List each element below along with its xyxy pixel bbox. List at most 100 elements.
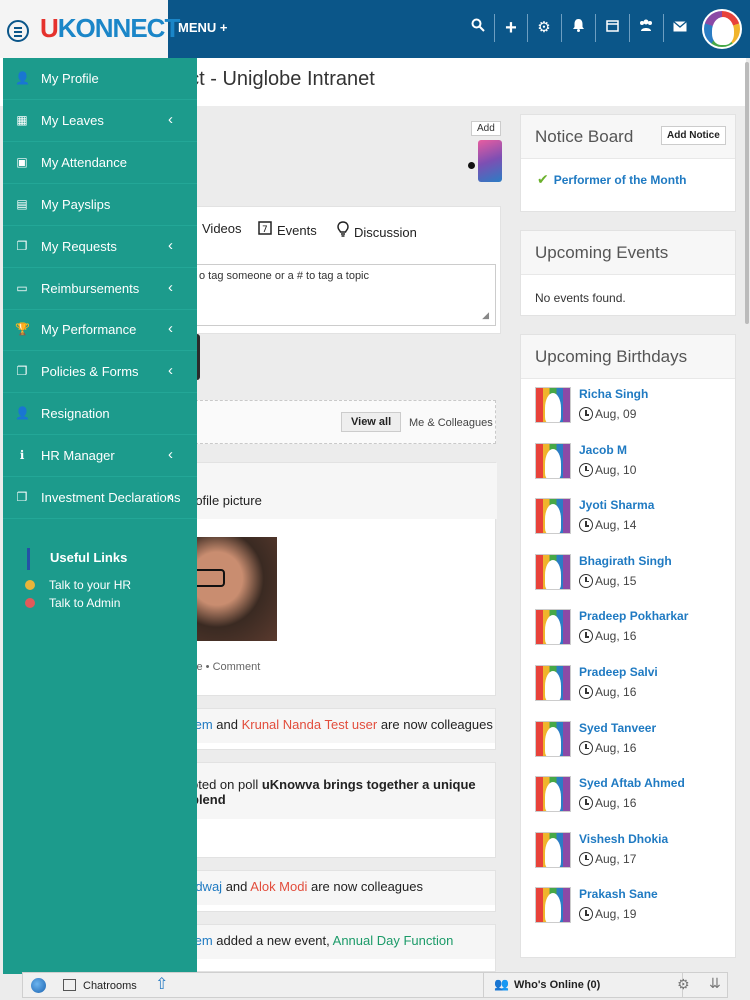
- sidebar-item-my-performance[interactable]: 🏆 My Performance ‹: [3, 309, 197, 352]
- birthday-name-link[interactable]: Richa Singh: [579, 387, 648, 401]
- birthday-avatar[interactable]: [535, 776, 571, 813]
- menu-plus-button[interactable]: MENU +: [178, 20, 227, 35]
- birthday-name-link[interactable]: Jacob M: [579, 443, 627, 457]
- upcoming-birthdays-title: Upcoming Birthdays: [535, 347, 688, 366]
- feed-text: and: [222, 879, 251, 894]
- event-link[interactable]: Annual Day Function: [333, 933, 454, 948]
- sidebar-item-my-leaves[interactable]: ▦ My Leaves ‹: [3, 100, 197, 142]
- birthday-name-link[interactable]: Jyoti Sharma: [579, 498, 654, 512]
- sidebar-item-resignation[interactable]: 👤 Resignation: [3, 393, 197, 436]
- birthday-name-link[interactable]: Syed Aftab Ahmed: [579, 776, 685, 790]
- add-cover-button[interactable]: Add: [471, 121, 501, 136]
- post-input[interactable]: o tag someone or a # to tag a topic ◢: [190, 264, 496, 326]
- globe-icon[interactable]: [31, 978, 46, 993]
- chatrooms-button[interactable]: Chatrooms: [83, 980, 137, 992]
- user-avatar[interactable]: [702, 9, 742, 49]
- feed-user-link[interactable]: Krunal Nanda Test user: [242, 717, 378, 732]
- sidebar-item-hr-manager[interactable]: ℹ HR Manager ‹: [3, 435, 197, 478]
- sidebar-item-policies-forms[interactable]: ❐ Policies & Forms ‹: [3, 351, 197, 394]
- feed-filter-bar: View all Me & Colleagues: [190, 400, 496, 444]
- birthday-item: Syed Aftab Ahmed Aug, 16: [535, 776, 725, 822]
- chevron-left-icon[interactable]: ‹: [168, 237, 173, 254]
- tab-videos[interactable]: Videos: [202, 221, 242, 236]
- me-colleagues-filter[interactable]: Me & Colleagues: [409, 417, 493, 429]
- clock-icon: [579, 907, 593, 922]
- notice-item[interactable]: ✔ Performer of the Month: [537, 171, 686, 188]
- chevron-left-icon[interactable]: ‹: [168, 488, 173, 505]
- sidebar-item-my-payslips[interactable]: ▤ My Payslips: [3, 184, 197, 226]
- birthday-avatar[interactable]: [535, 665, 571, 701]
- page-scrollbar[interactable]: [745, 62, 749, 324]
- birthday-avatar[interactable]: [535, 831, 571, 868]
- chevron-left-icon[interactable]: ‹: [168, 362, 173, 379]
- chevron-left-icon[interactable]: ‹: [168, 320, 173, 337]
- birthday-item: Jacob M Aug, 10: [535, 442, 725, 489]
- panel-header: Upcoming Events: [521, 231, 735, 275]
- birthday-date: Aug, 16: [579, 685, 636, 699]
- info-icon: ℹ: [19, 448, 25, 463]
- birthday-name-link[interactable]: Syed Tanveer: [579, 721, 656, 735]
- sidebar-item-label: Resignation: [41, 406, 110, 422]
- group-icon[interactable]: [631, 15, 661, 41]
- resize-handle-icon[interactable]: ◢: [482, 310, 489, 321]
- birthday-avatar[interactable]: [535, 498, 571, 535]
- birthday-name-link[interactable]: Prakash Sane: [579, 887, 658, 901]
- sidebar-item-my-requests[interactable]: ❐ My Requests ‹: [3, 226, 197, 268]
- birthday-name-link[interactable]: Bhagirath Singh: [579, 554, 672, 568]
- upcoming-events-panel: Upcoming Events No events found.: [520, 230, 736, 316]
- mail-icon[interactable]: [665, 15, 695, 41]
- calendar-icon[interactable]: [597, 15, 627, 41]
- sidebar-item-my-profile[interactable]: 👤 My Profile: [3, 58, 197, 100]
- birthday-avatar[interactable]: [535, 887, 571, 924]
- cover-image: [478, 140, 502, 182]
- add-notice-button[interactable]: Add Notice: [661, 126, 726, 145]
- birthday-avatar[interactable]: [535, 442, 571, 479]
- chevron-left-icon[interactable]: ‹: [168, 111, 173, 128]
- feed-text: oted on poll: [191, 777, 262, 792]
- sidebar-item-reimbursements[interactable]: ▭ Reimbursements ‹: [3, 268, 197, 310]
- birthday-name-link[interactable]: Pradeep Salvi: [579, 665, 658, 679]
- birthday-item: Pradeep Pokharkar Aug, 16: [535, 609, 725, 655]
- logo-area: UKONNECT: [0, 0, 180, 58]
- birthday-avatar[interactable]: [535, 387, 571, 423]
- hamburger-menu-icon[interactable]: [7, 20, 29, 42]
- feed-user-link[interactable]: Alok Modi: [250, 879, 307, 894]
- bell-icon[interactable]: [563, 15, 593, 41]
- birthday-avatar[interactable]: [535, 720, 571, 757]
- collapse-chat-icon[interactable]: ⇊: [709, 975, 721, 992]
- search-icon[interactable]: [463, 15, 493, 41]
- clock-icon: [579, 518, 593, 533]
- whos-online-label: Who's Online (0): [514, 979, 601, 991]
- view-all-button[interactable]: View all: [341, 412, 402, 432]
- talk-to-admin-link[interactable]: Talk to Admin: [25, 596, 120, 610]
- post-photo[interactable]: [191, 537, 277, 641]
- feed-item: oted on poll uKnowva brings together a u…: [190, 762, 496, 858]
- birthday-date: Aug, 16: [579, 629, 636, 644]
- useful-links-accent: [27, 548, 30, 570]
- talk-to-hr-link[interactable]: Talk to your HR: [25, 578, 131, 592]
- birthday-avatar[interactable]: [535, 609, 571, 646]
- chat-settings-icon[interactable]: ⚙: [677, 976, 690, 993]
- like-comment-links[interactable]: ke • Comment: [191, 661, 260, 673]
- whos-online-button[interactable]: 👥 Who's Online (0): [483, 973, 683, 997]
- svg-text:7: 7: [262, 225, 268, 235]
- chevron-left-icon[interactable]: ‹: [168, 446, 173, 463]
- birthday-item: Bhagirath Singh Aug, 15: [535, 553, 725, 600]
- birthday-name-link[interactable]: Pradeep Pokharkar: [579, 609, 688, 623]
- upload-arrow-icon[interactable]: ⇧: [155, 974, 168, 994]
- tab-discussion[interactable]: Discussion: [337, 221, 417, 240]
- birthday-name-link[interactable]: Vishesh Dhokia: [579, 832, 668, 846]
- cover-dot: [468, 162, 475, 169]
- plus-icon[interactable]: +: [496, 15, 526, 41]
- sidebar-item-investment-declarations[interactable]: ❐ Investment Declarations ‹: [3, 477, 197, 519]
- settings-icon[interactable]: ⚙: [529, 15, 559, 41]
- check-icon: ✔: [537, 171, 549, 187]
- sidebar-item-my-attendance[interactable]: ▣ My Attendance: [3, 142, 197, 184]
- tab-events[interactable]: 7 Events: [258, 221, 317, 238]
- chevron-left-icon[interactable]: ‹: [168, 279, 173, 296]
- feed-text: are now colleagues: [307, 879, 423, 894]
- post-action-text: rofile picture: [191, 493, 262, 508]
- ukonnect-logo[interactable]: UKONNECT: [40, 13, 180, 44]
- useful-links-title: Useful Links: [50, 550, 128, 565]
- birthday-avatar[interactable]: [535, 553, 571, 590]
